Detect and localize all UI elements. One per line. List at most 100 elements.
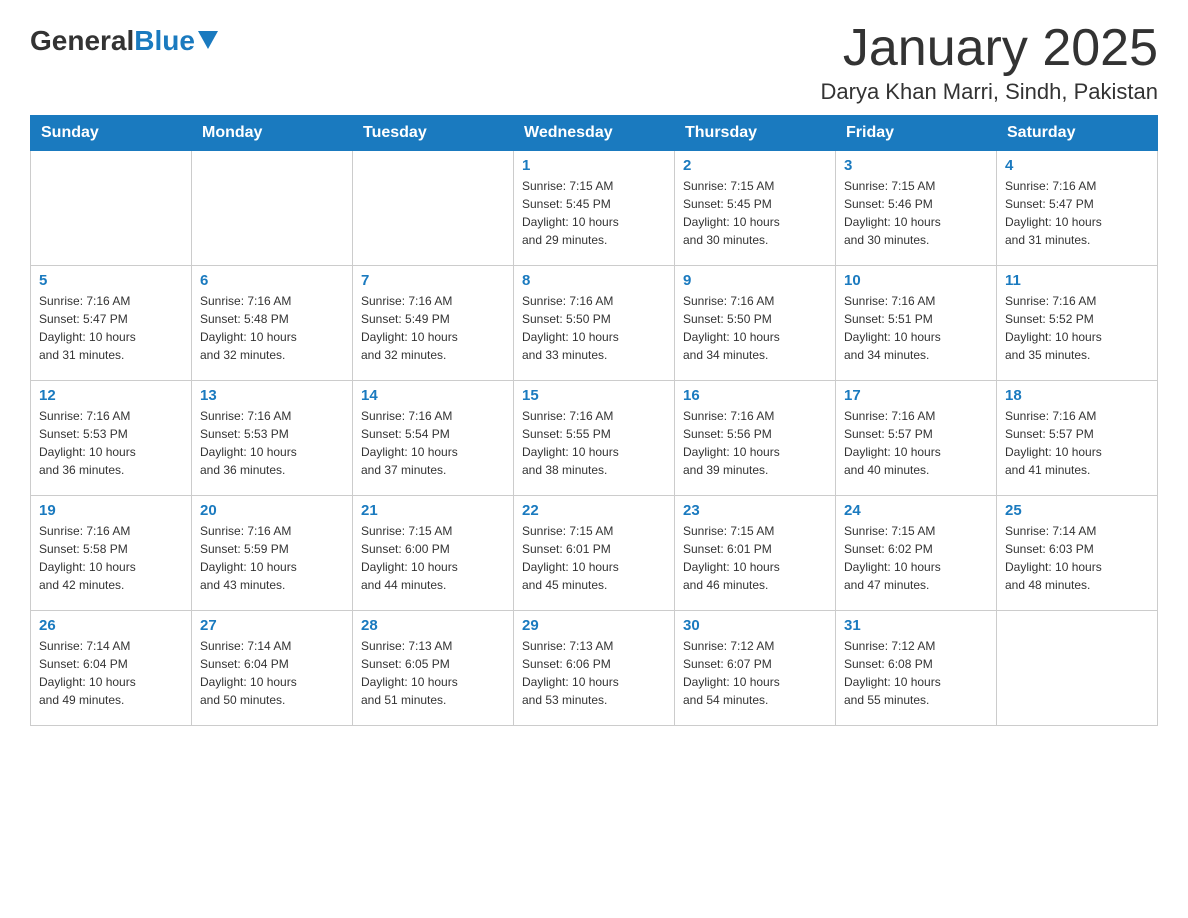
calendar-cell: 7 Sunrise: 7:16 AM Sunset: 5:49 PM Daylig… — [353, 266, 514, 381]
calendar-cell: 17 Sunrise: 7:16 AM Sunset: 5:57 PM Dayli… — [836, 381, 997, 496]
day-info: Sunrise: 7:16 AM Sunset: 5:55 PM Dayligh… — [522, 407, 666, 479]
logo: General Blue — [30, 20, 218, 57]
weekday-header-tuesday: Tuesday — [353, 116, 514, 151]
day-info: Sunrise: 7:16 AM Sunset: 5:51 PM Dayligh… — [844, 292, 988, 364]
day-info: Sunrise: 7:16 AM Sunset: 5:49 PM Dayligh… — [361, 292, 505, 364]
day-number: 27 — [200, 617, 344, 634]
calendar-cell: 1 Sunrise: 7:15 AM Sunset: 5:45 PM Daylig… — [514, 151, 675, 266]
day-info: Sunrise: 7:15 AM Sunset: 6:00 PM Dayligh… — [361, 522, 505, 594]
logo-triangle-icon — [198, 31, 218, 49]
calendar-cell: 21Sunrise: 7:15 AM Sunset: 6:00 PM Dayli… — [353, 496, 514, 611]
day-number: 23 — [683, 502, 827, 519]
day-info: Sunrise: 7:16 AM Sunset: 5:57 PM Dayligh… — [1005, 407, 1149, 479]
calendar-cell: 11 Sunrise: 7:16 AM Sunset: 5:52 PM Dayli… — [997, 266, 1158, 381]
day-info: Sunrise: 7:12 AM Sunset: 6:08 PM Dayligh… — [844, 637, 988, 709]
day-info: Sunrise: 7:16 AM Sunset: 5:57 PM Dayligh… — [844, 407, 988, 479]
day-info: Sunrise: 7:13 AM Sunset: 6:05 PM Dayligh… — [361, 637, 505, 709]
weekday-header-monday: Monday — [192, 116, 353, 151]
day-number: 24 — [844, 502, 988, 519]
calendar-cell: 13Sunrise: 7:16 AM Sunset: 5:53 PM Dayli… — [192, 381, 353, 496]
day-info: Sunrise: 7:16 AM Sunset: 5:58 PM Dayligh… — [39, 522, 183, 594]
month-title: January 2025 — [821, 20, 1159, 77]
calendar-cell: 15 Sunrise: 7:16 AM Sunset: 5:55 PM Dayli… — [514, 381, 675, 496]
day-number: 11 — [1005, 272, 1149, 289]
day-info: Sunrise: 7:15 AM Sunset: 5:45 PM Dayligh… — [522, 177, 666, 249]
calendar-cell: 25 Sunrise: 7:14 AM Sunset: 6:03 PM Dayli… — [997, 496, 1158, 611]
day-info: Sunrise: 7:16 AM Sunset: 5:48 PM Dayligh… — [200, 292, 344, 364]
day-info: Sunrise: 7:16 AM Sunset: 5:59 PM Dayligh… — [200, 522, 344, 594]
week-row-5: 26 Sunrise: 7:14 AM Sunset: 6:04 PM Dayli… — [31, 611, 1158, 726]
day-number: 26 — [39, 617, 183, 634]
day-number: 5 — [39, 272, 183, 289]
logo-blue-text: Blue — [134, 25, 195, 57]
calendar-cell: 10 Sunrise: 7:16 AM Sunset: 5:51 PM Dayli… — [836, 266, 997, 381]
calendar-cell — [353, 151, 514, 266]
calendar-cell: 24 Sunrise: 7:15 AM Sunset: 6:02 PM Dayli… — [836, 496, 997, 611]
week-row-1: 1 Sunrise: 7:15 AM Sunset: 5:45 PM Daylig… — [31, 151, 1158, 266]
calendar-cell: 28 Sunrise: 7:13 AM Sunset: 6:05 PM Dayli… — [353, 611, 514, 726]
calendar-cell: 26Sunrise: 7:14 AM Sunset: 6:04 PM Dayli… — [31, 611, 192, 726]
day-info: Sunrise: 7:16 AM Sunset: 5:54 PM Dayligh… — [361, 407, 505, 479]
day-info: Sunrise: 7:14 AM Sunset: 6:04 PM Dayligh… — [200, 637, 344, 709]
day-number: 29 — [522, 617, 666, 634]
day-info: Sunrise: 7:16 AM Sunset: 5:50 PM Dayligh… — [683, 292, 827, 364]
week-row-4: 19 Sunrise: 7:16 AM Sunset: 5:58 PM Dayli… — [31, 496, 1158, 611]
calendar-cell: 14 Sunrise: 7:16 AM Sunset: 5:54 PM Dayli… — [353, 381, 514, 496]
calendar-cell — [192, 151, 353, 266]
day-number: 3 — [844, 157, 988, 174]
weekday-header-sunday: Sunday — [31, 116, 192, 151]
calendar-cell: 6 Sunrise: 7:16 AM Sunset: 5:48 PM Daylig… — [192, 266, 353, 381]
day-number: 6 — [200, 272, 344, 289]
calendar-cell: 29 Sunrise: 7:13 AM Sunset: 6:06 PM Dayli… — [514, 611, 675, 726]
day-info: Sunrise: 7:14 AM Sunset: 6:03 PM Dayligh… — [1005, 522, 1149, 594]
title-block: January 2025 Darya Khan Marri, Sindh, Pa… — [821, 20, 1159, 105]
location-text: Darya Khan Marri, Sindh, Pakistan — [821, 79, 1159, 105]
day-number: 31 — [844, 617, 988, 634]
day-number: 14 — [361, 387, 505, 404]
day-number: 2 — [683, 157, 827, 174]
day-number: 20 — [200, 502, 344, 519]
week-row-3: 12 Sunrise: 7:16 AM Sunset: 5:53 PM Dayli… — [31, 381, 1158, 496]
calendar-cell — [31, 151, 192, 266]
day-number: 7 — [361, 272, 505, 289]
day-number: 1 — [522, 157, 666, 174]
weekday-header-wednesday: Wednesday — [514, 116, 675, 151]
day-info: Sunrise: 7:15 AM Sunset: 6:02 PM Dayligh… — [844, 522, 988, 594]
day-info: Sunrise: 7:15 AM Sunset: 6:01 PM Dayligh… — [683, 522, 827, 594]
day-number: 8 — [522, 272, 666, 289]
calendar-cell: 8 Sunrise: 7:16 AM Sunset: 5:50 PM Daylig… — [514, 266, 675, 381]
day-info: Sunrise: 7:16 AM Sunset: 5:53 PM Dayligh… — [39, 407, 183, 479]
calendar-table: SundayMondayTuesdayWednesdayThursdayFrid… — [30, 115, 1158, 726]
day-info: Sunrise: 7:13 AM Sunset: 6:06 PM Dayligh… — [522, 637, 666, 709]
day-info: Sunrise: 7:16 AM Sunset: 5:56 PM Dayligh… — [683, 407, 827, 479]
day-info: Sunrise: 7:16 AM Sunset: 5:53 PM Dayligh… — [200, 407, 344, 479]
day-number: 17 — [844, 387, 988, 404]
day-number: 30 — [683, 617, 827, 634]
day-number: 10 — [844, 272, 988, 289]
day-number: 19 — [39, 502, 183, 519]
day-info: Sunrise: 7:16 AM Sunset: 5:52 PM Dayligh… — [1005, 292, 1149, 364]
calendar-cell: 23 Sunrise: 7:15 AM Sunset: 6:01 PM Dayli… — [675, 496, 836, 611]
calendar-cell: 22Sunrise: 7:15 AM Sunset: 6:01 PM Dayli… — [514, 496, 675, 611]
day-number: 28 — [361, 617, 505, 634]
weekday-header-thursday: Thursday — [675, 116, 836, 151]
calendar-cell: 31 Sunrise: 7:12 AM Sunset: 6:08 PM Dayli… — [836, 611, 997, 726]
day-info: Sunrise: 7:16 AM Sunset: 5:50 PM Dayligh… — [522, 292, 666, 364]
calendar-cell: 27 Sunrise: 7:14 AM Sunset: 6:04 PM Dayli… — [192, 611, 353, 726]
calendar-cell — [997, 611, 1158, 726]
weekday-header-saturday: Saturday — [997, 116, 1158, 151]
calendar-cell: 30Sunrise: 7:12 AM Sunset: 6:07 PM Dayli… — [675, 611, 836, 726]
calendar-cell: 5Sunrise: 7:16 AM Sunset: 5:47 PM Daylig… — [31, 266, 192, 381]
day-number: 25 — [1005, 502, 1149, 519]
calendar-cell: 2 Sunrise: 7:15 AM Sunset: 5:45 PM Daylig… — [675, 151, 836, 266]
day-number: 12 — [39, 387, 183, 404]
page-header: General Blue January 2025 Darya Khan Mar… — [30, 20, 1158, 105]
day-info: Sunrise: 7:15 AM Sunset: 5:45 PM Dayligh… — [683, 177, 827, 249]
calendar-cell: 4Sunrise: 7:16 AM Sunset: 5:47 PM Daylig… — [997, 151, 1158, 266]
day-number: 9 — [683, 272, 827, 289]
day-number: 15 — [522, 387, 666, 404]
calendar-cell: 3Sunrise: 7:15 AM Sunset: 5:46 PM Daylig… — [836, 151, 997, 266]
calendar-cell: 12 Sunrise: 7:16 AM Sunset: 5:53 PM Dayli… — [31, 381, 192, 496]
calendar-cell: 19 Sunrise: 7:16 AM Sunset: 5:58 PM Dayli… — [31, 496, 192, 611]
day-info: Sunrise: 7:16 AM Sunset: 5:47 PM Dayligh… — [1005, 177, 1149, 249]
